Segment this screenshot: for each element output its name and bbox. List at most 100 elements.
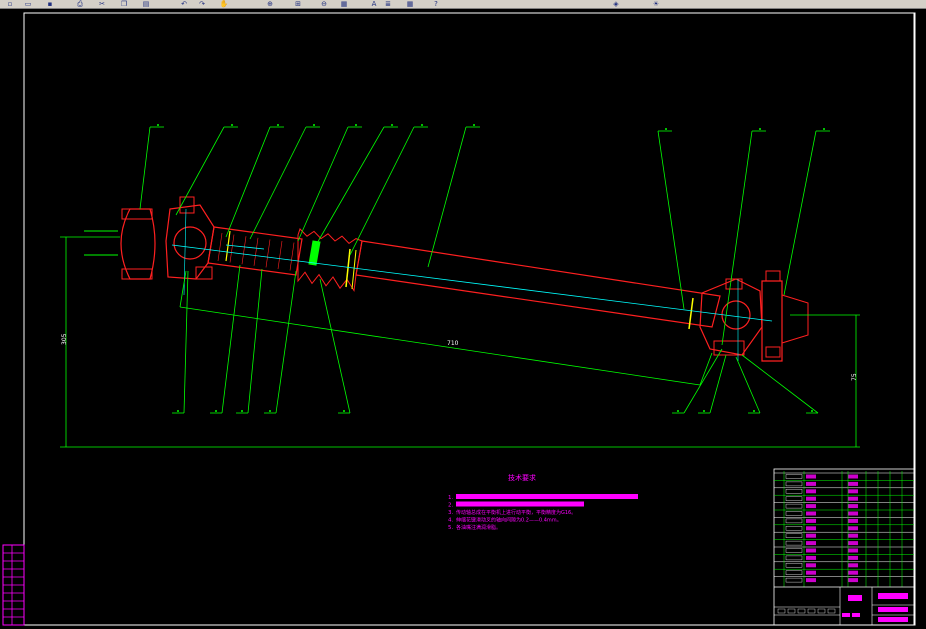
parts-name-cell: [806, 578, 816, 583]
parts-name-cell: [806, 570, 816, 575]
parts-code-cell: [785, 563, 803, 568]
dimension-left-text: 305: [61, 333, 68, 345]
parts-name-cell: [806, 511, 816, 516]
title-sign-cell: [817, 608, 826, 614]
parts-name-cell: [806, 504, 816, 509]
leader-number-mark: [753, 410, 755, 412]
leader-number-mark: [665, 128, 667, 130]
leader-number-mark: [231, 124, 233, 126]
parts-material-cell: [848, 474, 858, 479]
parts-material-cell: [848, 570, 858, 575]
leader-number-mark: [215, 410, 217, 412]
note-number: 4.: [448, 518, 453, 524]
undo-icon[interactable]: ↶: [178, 0, 190, 8]
note-highlight-bar: [456, 501, 584, 507]
note-highlight-bar: [456, 494, 638, 499]
title-name-mark: [878, 593, 908, 599]
parts-material-cell: [848, 504, 858, 509]
leader-line-top: [657, 130, 685, 310]
leader-line-top: [297, 126, 349, 242]
parts-code-cell: [785, 511, 803, 516]
parts-name-cell: [806, 526, 816, 531]
zoom-icon[interactable]: ⊕: [264, 0, 276, 8]
leader-number-mark: [823, 128, 825, 130]
leader-number-mark: [421, 124, 423, 126]
title-sign-cell: [807, 608, 816, 614]
title-assembly-mark: [878, 607, 908, 612]
zoom-previous-icon[interactable]: ⊖: [318, 0, 330, 8]
parts-material-cell: [848, 518, 858, 523]
table-icon[interactable]: ▦: [404, 0, 416, 8]
left-cross-joint: [173, 226, 207, 260]
parts-name-cell: [806, 474, 816, 479]
3d-icon[interactable]: ◈: [610, 0, 622, 8]
parts-name-cell: [806, 496, 816, 501]
leader-line-bottom: [247, 268, 263, 414]
leader-number-mark: [391, 124, 393, 126]
parts-code-cell: [785, 555, 803, 561]
layer-icon[interactable]: ≣: [382, 0, 394, 8]
parts-name-cell: [806, 518, 816, 523]
note-text: 各油嘴注满润滑脂。: [456, 524, 501, 531]
note-number: 1.: [448, 495, 453, 501]
text-style-icon[interactable]: A: [368, 0, 380, 8]
leader-line-bottom: [735, 356, 761, 414]
notes-title: 技术要求: [508, 473, 536, 482]
pan-icon[interactable]: ✋: [218, 0, 230, 8]
cad-drawing: 710 305 75 技术要求 1. 2.3. 传动轴总成在平衡机上进行动平衡，平衡…: [2, 12, 916, 626]
right-output-hub: [781, 294, 809, 344]
spline-hatch: [241, 236, 247, 265]
redo-icon[interactable]: ↷: [196, 0, 208, 8]
parts-material-cell: [848, 563, 858, 568]
parts-material-cell: [848, 481, 858, 486]
leader-line-bottom: [741, 354, 819, 414]
title-sign-cell: [827, 608, 836, 614]
title-drawing-no-mark: [878, 617, 908, 622]
leader-number-mark: [313, 124, 315, 126]
cut-icon[interactable]: ✂: [96, 0, 108, 8]
dimension-right-text: 75: [851, 373, 858, 381]
title-sign-cell: [797, 608, 806, 614]
shaft-tube: [355, 240, 721, 328]
dimension-length-text: 710: [447, 340, 459, 347]
left-yoke: [165, 204, 215, 280]
spline-hatch: [217, 232, 223, 262]
spline-hatch: [277, 240, 283, 270]
dimension-lines: [60, 236, 860, 448]
parts-material-cell: [848, 511, 858, 516]
leader-number-mark: [241, 410, 243, 412]
leader-number-mark: [703, 410, 705, 412]
properties-icon[interactable]: ▦: [338, 0, 350, 8]
parts-material-cell: [848, 548, 858, 553]
zoom-window-icon[interactable]: ⊞: [292, 0, 304, 8]
parts-name-cell: [806, 555, 816, 560]
title-block: [773, 468, 915, 626]
parts-code-cell: [785, 503, 803, 509]
new-icon[interactable]: ▫: [4, 0, 16, 8]
paste-icon[interactable]: ▤: [140, 0, 152, 8]
leader-line-bottom: [709, 354, 727, 414]
open-icon[interactable]: ▭: [22, 0, 34, 8]
light-icon[interactable]: ☀: [650, 0, 662, 8]
save-icon[interactable]: ▪: [44, 0, 56, 8]
parts-code-cell: [785, 489, 803, 494]
boot-clamp-highlight: [308, 240, 321, 266]
leader-line-bottom: [683, 348, 723, 414]
leader-line-top: [225, 126, 271, 238]
leader-number-mark: [355, 124, 357, 126]
part-leaders: [139, 124, 830, 414]
dim-length-line: [179, 306, 701, 386]
copy-icon[interactable]: ❐: [118, 0, 130, 8]
leader-line-top: [427, 126, 467, 268]
parts-code-cell: [785, 474, 803, 479]
parts-name-cell: [806, 541, 816, 546]
note-number: 3.: [448, 510, 453, 516]
print-icon[interactable]: ⎙: [74, 0, 86, 8]
spline-hatch: [229, 234, 235, 263]
technical-notes: 1. 2.3. 传动轴总成在平衡机上进行动平衡，平衡精度为G16。4. 伸缩花键滑动叉…: [448, 494, 638, 531]
parts-code-cell: [785, 496, 803, 501]
help-icon[interactable]: ?: [430, 0, 442, 8]
drawing-canvas[interactable]: 710 305 75 技术要求 1. 2. 3. 传动轴总成在平衡机上进行动平衡，平衡…: [0, 9, 926, 629]
leader-number-mark: [473, 124, 475, 126]
spline-hatch: [289, 242, 295, 271]
